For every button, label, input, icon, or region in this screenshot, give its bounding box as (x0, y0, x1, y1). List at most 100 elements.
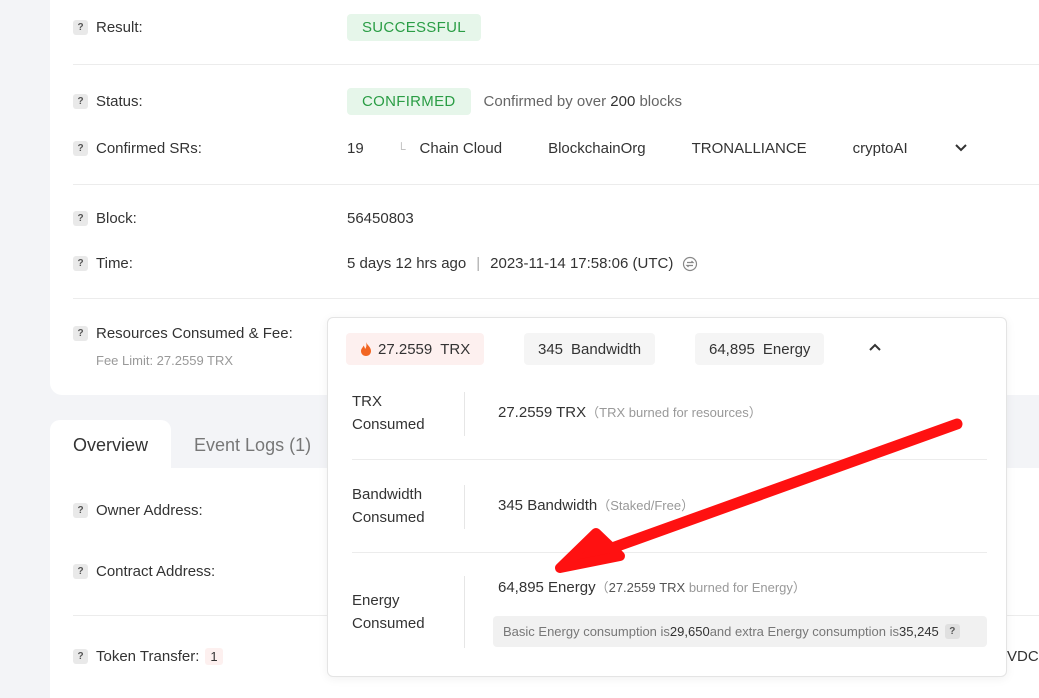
block-row: ? Block: (73, 210, 137, 227)
contract-address-label: Contract Address: (96, 563, 216, 580)
help-icon[interactable]: ? (73, 211, 88, 226)
help-icon[interactable]: ? (73, 326, 88, 341)
status-row: ? Status: (73, 93, 143, 110)
time-relative: 5 days 12 hrs ago (347, 255, 467, 272)
trx-consumed-label: TRX Consumed (352, 390, 425, 436)
trx-consumed-label-line2: Consumed (352, 416, 425, 433)
separator (464, 392, 465, 436)
contract-address-row: ? Contract Address: (73, 563, 215, 580)
divider (73, 298, 1039, 299)
help-icon[interactable]: ? (73, 649, 88, 664)
sr-item[interactable]: cryptoAI (853, 140, 908, 157)
help-icon[interactable]: ? (944, 624, 960, 639)
token-name-cut: VDC (1007, 648, 1039, 665)
trx-consumed-label-line1: TRX (352, 393, 382, 410)
sr-item[interactable]: Chain Cloud (420, 140, 503, 157)
energy-consumed-label-line1: Energy (352, 592, 400, 609)
help-icon[interactable]: ? (73, 94, 88, 109)
bandwidth-consumed-amount: 345 Bandwidth (498, 497, 598, 514)
token-transfer-row: ? Token Transfer: 1 (73, 648, 223, 665)
separator (464, 485, 465, 529)
bandwidth-consumed-value: 345 Bandwidth（Staked/Free） (498, 495, 694, 514)
resources-label: Resources Consumed & Fee: (96, 325, 293, 342)
bandwidth-consumed-label: Bandwidth Consumed (352, 483, 425, 529)
help-icon[interactable]: ? (73, 256, 88, 271)
energy-consumed-label-line2: Consumed (352, 615, 425, 632)
help-icon[interactable]: ? (73, 20, 88, 35)
status-label: Status: (96, 93, 143, 110)
energy-info-box: Basic Energy consumption is 29,650 and e… (493, 616, 987, 647)
energy-info-extra: 35,245 (899, 624, 939, 639)
sr-count: 19 (347, 140, 364, 157)
energy-info-middle: and extra Energy consumption is (709, 624, 900, 639)
trx-chip: 27.2559 TRX (346, 333, 485, 365)
status-value: CONFIRMED Confirmed by over 200 blocks (347, 88, 682, 115)
trx-consumed-value: 27.2559 TRX（TRX burned for resources） (498, 402, 762, 421)
result-value: SUCCESSFUL (347, 14, 481, 41)
trx-chip-amount: 27.2559 (378, 340, 433, 358)
resources-popup: 27.2559 TRX 345 Bandwidth 64,895 Energy … (327, 317, 1007, 677)
energy-note-suffix: burned for Energy） (685, 580, 806, 595)
sr-item[interactable]: BlockchainOrg (548, 140, 646, 157)
time-value: 5 days 12 hrs ago | 2023-11-14 17:58:06 … (347, 255, 698, 272)
trx-consumed-note: （TRX burned for resources） (586, 405, 762, 420)
divider (352, 552, 987, 553)
status-note-prefix: Confirmed by over (483, 93, 607, 110)
fire-icon (360, 341, 372, 357)
status-note-count: 200 (610, 93, 636, 110)
confirmed-srs-label: Confirmed SRs: (96, 140, 202, 157)
bandwidth-chip-unit: Bandwidth (571, 340, 642, 358)
tab-bar: Overview Event Logs (1) (50, 420, 334, 470)
token-transfer-label: Token Transfer: (96, 648, 200, 665)
result-badge: SUCCESSFUL (347, 14, 481, 41)
tab-event-logs[interactable]: Event Logs (1) (171, 420, 334, 470)
help-icon[interactable]: ? (73, 564, 88, 579)
energy-chip-unit: Energy (762, 340, 811, 358)
energy-consumed-label: Energy Consumed (352, 589, 425, 635)
trx-consumed-amount: 27.2559 TRX (498, 404, 587, 421)
energy-note-trx: 27.2559 TRX (608, 580, 686, 595)
divider (73, 64, 1039, 65)
block-label: Block: (96, 210, 137, 227)
time-row: ? Time: (73, 255, 133, 272)
token-transfer-count: 1 (205, 648, 223, 665)
bandwidth-chip-amount: 345 (538, 340, 564, 358)
separator (464, 576, 465, 648)
time-label: Time: (96, 255, 133, 272)
block-value: 56450803 (347, 210, 414, 227)
energy-consumed-value: 64,895 Energy（27.2559 TRX burned for Ene… (498, 577, 806, 596)
bandwidth-chip: 345 Bandwidth (524, 333, 656, 365)
bandwidth-consumed-label-line2: Consumed (352, 509, 425, 526)
time-separator: | (476, 255, 481, 272)
energy-info-prefix: Basic Energy consumption is (503, 624, 670, 639)
divider (352, 459, 987, 460)
divider (73, 184, 1039, 185)
owner-address-label: Owner Address: (96, 502, 203, 519)
timezone-switch-icon[interactable] (682, 256, 698, 272)
fee-limit: Fee Limit: 27.2559 TRX (96, 353, 234, 368)
sr-item[interactable]: TRONALLIANCE (692, 140, 807, 157)
status-note: Confirmed by over 200 blocks (484, 93, 682, 110)
chevron-up-icon[interactable] (868, 342, 882, 352)
block-number-link[interactable]: 56450803 (347, 210, 414, 227)
status-badge: CONFIRMED (347, 88, 471, 115)
confirmed-srs-row: ? Confirmed SRs: (73, 140, 202, 157)
help-icon[interactable]: ? (73, 141, 88, 156)
energy-chip: 64,895 Energy (695, 333, 825, 365)
help-icon[interactable]: ? (73, 503, 88, 518)
bandwidth-consumed-note: （Staked/Free） (597, 498, 695, 513)
resources-row: ? Resources Consumed & Fee: (73, 325, 293, 342)
energy-consumed-amount: 64,895 Energy (498, 579, 596, 596)
energy-info-basic: 29,650 (669, 624, 710, 639)
confirmed-srs-value: 19 └ Chain Cloud BlockchainOrg TRONALLIA… (347, 140, 968, 157)
tab-overview[interactable]: Overview (50, 420, 172, 470)
energy-chip-amount: 64,895 (709, 340, 755, 358)
time-absolute: 2023-11-14 17:58:06 (UTC) (490, 255, 674, 272)
sr-branch-icon: └ (397, 141, 406, 156)
result-label: Result: (96, 19, 143, 36)
result-row: ? Result: (73, 19, 143, 36)
bandwidth-consumed-label-line1: Bandwidth (352, 486, 423, 503)
owner-address-row: ? Owner Address: (73, 502, 203, 519)
chevron-down-icon[interactable] (954, 140, 968, 157)
status-note-suffix: blocks (639, 93, 682, 110)
